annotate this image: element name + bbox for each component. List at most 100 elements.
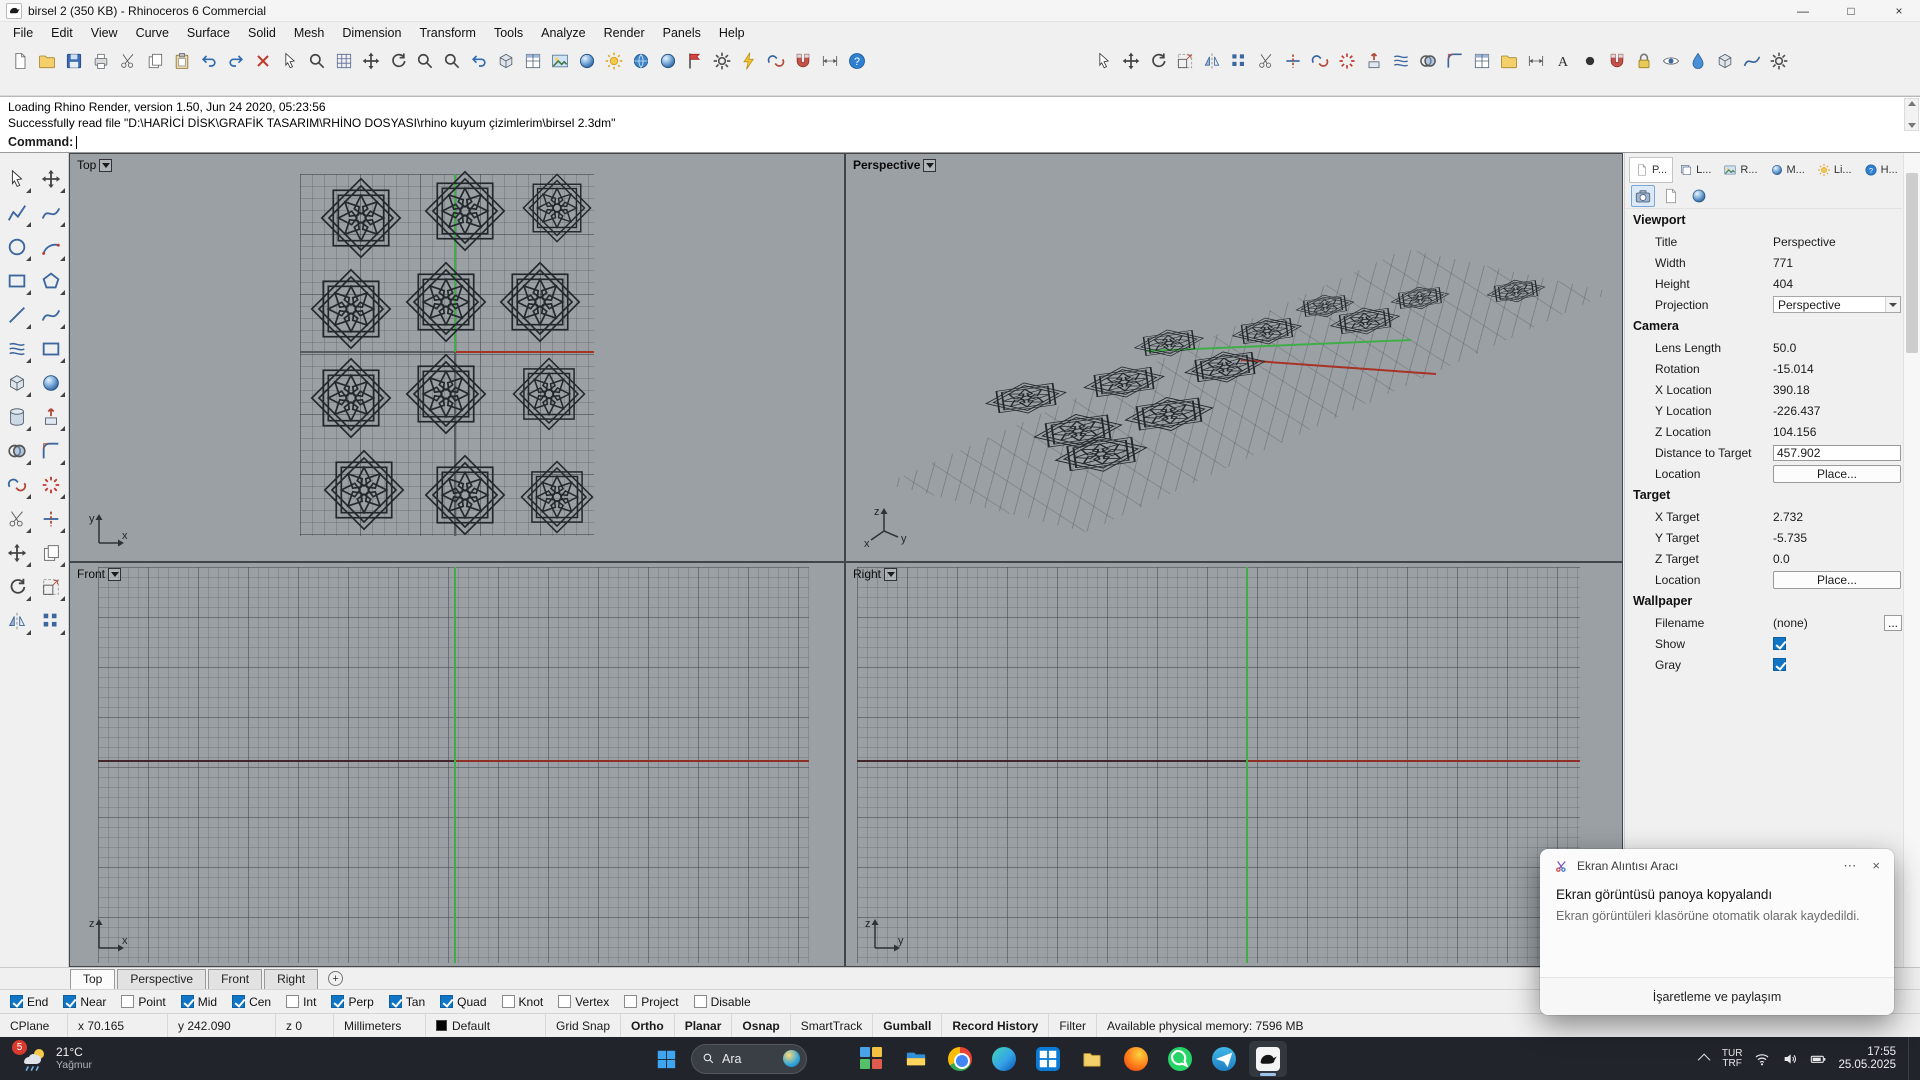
taskbar-app-widgets[interactable] xyxy=(853,1041,891,1077)
viewport-properties-icon[interactable] xyxy=(1631,184,1655,207)
sidebar-icon-extrude[interactable] xyxy=(35,401,67,433)
toolbar-icon-zoom-extents[interactable] xyxy=(330,47,357,74)
menu-item[interactable]: View xyxy=(82,23,127,43)
menu-item[interactable]: Dimension xyxy=(333,23,410,43)
osnap-toggle-knot[interactable]: Knot xyxy=(501,995,543,1009)
sidebar-icon-join[interactable] xyxy=(1,469,33,501)
clock[interactable]: 17:55 25.05.2025 xyxy=(1838,1046,1896,1072)
toolbar-icon-text[interactable] xyxy=(1549,47,1576,74)
toolbar-icon-help[interactable] xyxy=(843,47,870,74)
menu-item[interactable]: Surface xyxy=(178,23,239,43)
osnap-toggle-cen[interactable]: Cen xyxy=(232,995,271,1009)
status-toggle-osnap[interactable]: Osnap xyxy=(732,1014,791,1037)
more-options-icon[interactable]: ⋯ xyxy=(1843,858,1856,874)
viewport-tab-front[interactable]: Front xyxy=(208,969,263,989)
scrollbar-thumb[interactable] xyxy=(1906,173,1918,353)
sidebar-icon-copy-obj[interactable] xyxy=(35,537,67,569)
history-scrollbar[interactable] xyxy=(1904,98,1919,131)
toolbar-icon-open-file[interactable] xyxy=(33,47,60,74)
x-location-value[interactable]: 390.18 xyxy=(1773,383,1902,397)
viewport-menu-icon[interactable] xyxy=(884,567,898,581)
start-button[interactable] xyxy=(647,1041,685,1077)
toolbar-icon-render[interactable] xyxy=(546,47,573,74)
layer-button[interactable]: Default xyxy=(426,1014,546,1037)
osnap-toggle-vertex[interactable]: Vertex xyxy=(558,995,609,1009)
viewport-title-front[interactable]: Front xyxy=(77,567,122,581)
status-toggle-grid-snap[interactable]: Grid Snap xyxy=(546,1014,622,1037)
lens-length-value[interactable]: 50.0 xyxy=(1773,341,1902,355)
viewport-front[interactable]: Front z x xyxy=(69,562,845,967)
toolbar-icon-array[interactable] xyxy=(1225,47,1252,74)
toolbar-icon-flag[interactable] xyxy=(681,47,708,74)
toolbar-icon-move[interactable] xyxy=(1117,47,1144,74)
units-button[interactable]: Millimeters xyxy=(334,1014,426,1037)
close-button[interactable]: × xyxy=(1878,0,1920,22)
notification-body[interactable]: Ekran görüntüsü panoya kopyalandı Ekran … xyxy=(1540,883,1894,924)
toolbar-icon-paint[interactable] xyxy=(1684,47,1711,74)
toolbar-icon-trim[interactable] xyxy=(1252,47,1279,74)
viewport-tab-perspective[interactable]: Perspective xyxy=(117,969,207,989)
toolbar-icon-loft[interactable] xyxy=(1387,47,1414,74)
viewport-height-value[interactable]: 404 xyxy=(1773,277,1902,291)
toolbar-icon-extrude[interactable] xyxy=(1360,47,1387,74)
minimize-button[interactable]: — xyxy=(1782,0,1824,22)
toolbar-icon-dimension[interactable] xyxy=(1522,47,1549,74)
toolbar-icon-pointer[interactable] xyxy=(1090,47,1117,74)
new-viewport-tab-button[interactable]: + xyxy=(328,971,344,986)
status-toggle-filter[interactable]: Filter xyxy=(1049,1014,1098,1037)
sidebar-icon-rectangle[interactable] xyxy=(1,265,33,297)
sidebar-icon-array-obj[interactable] xyxy=(35,605,67,637)
sidebar-icon-plane[interactable] xyxy=(35,333,67,365)
viewport-perspective[interactable]: Perspective z y x xyxy=(845,153,1623,562)
taskbar-app-firefox[interactable] xyxy=(1117,1041,1155,1077)
toolbar-icon-settings[interactable] xyxy=(1765,47,1792,74)
viewport-tab-top[interactable]: Top xyxy=(70,969,116,989)
z-target-value[interactable]: 0.0 xyxy=(1773,552,1902,566)
taskbar-app-chrome[interactable] xyxy=(941,1041,979,1077)
maximize-button[interactable]: □ xyxy=(1830,0,1872,22)
panel-tab-materials[interactable]: M... xyxy=(1764,157,1811,183)
command-line[interactable]: Command: xyxy=(0,132,1920,153)
toolbar-icon-boolean[interactable] xyxy=(1414,47,1441,74)
toolbar-icon-lock[interactable] xyxy=(1630,47,1657,74)
toolbar-icon-zoom-window[interactable] xyxy=(303,47,330,74)
weather-widget[interactable]: 5 21°C Yağmur xyxy=(10,1037,100,1080)
scroll-down-icon[interactable] xyxy=(1907,123,1916,128)
z-location-value[interactable]: 104.156 xyxy=(1773,425,1902,439)
menu-item[interactable]: Panels xyxy=(654,23,710,43)
toolbar-icon-mirror[interactable] xyxy=(1198,47,1225,74)
distance-to-target-field[interactable]: 457.902 xyxy=(1773,444,1901,461)
sidebar-icon-freeform[interactable] xyxy=(35,299,67,331)
sidebar-icon-circle[interactable] xyxy=(1,231,33,263)
toolbar-icon-explode[interactable] xyxy=(1333,47,1360,74)
wallpaper-filename-value[interactable]: (none) xyxy=(1773,616,1884,630)
toolbar-icon-grid-table[interactable] xyxy=(1468,47,1495,74)
wifi-icon[interactable] xyxy=(1754,1051,1770,1067)
viewport-width-value[interactable]: 771 xyxy=(1773,256,1902,270)
toolbar-icon-link[interactable] xyxy=(762,47,789,74)
page-properties-icon[interactable] xyxy=(1659,185,1683,207)
target-place-button[interactable]: Place... xyxy=(1773,570,1901,589)
osnap-toggle-project[interactable]: Project xyxy=(624,995,679,1009)
panel-scrollbar[interactable] xyxy=(1903,153,1920,967)
sidebar-icon-move-obj[interactable] xyxy=(1,537,33,569)
sidebar-icon-arc[interactable] xyxy=(35,231,67,263)
sidebar-icon-polygon[interactable] xyxy=(35,265,67,297)
show-desktop-button[interactable] xyxy=(1908,1037,1912,1080)
toolbar-icon-sun-study[interactable] xyxy=(600,47,627,74)
toolbar-icon-join[interactable] xyxy=(1306,47,1333,74)
sidebar-icon-explode[interactable] xyxy=(35,469,67,501)
sidebar-icon-box[interactable] xyxy=(1,367,33,399)
toolbar-icon-dimension[interactable] xyxy=(816,47,843,74)
panel-tab-lights[interactable]: Li... xyxy=(1811,157,1858,183)
battery-icon[interactable] xyxy=(1810,1051,1826,1067)
menu-item[interactable]: Edit xyxy=(42,23,82,43)
sidebar-icon-trim[interactable] xyxy=(1,503,33,535)
toolbar-icon-new-file[interactable] xyxy=(6,47,33,74)
menu-item[interactable]: Tools xyxy=(485,23,532,43)
osnap-toggle-perp[interactable]: Perp xyxy=(331,995,374,1009)
toolbar-icon-box[interactable] xyxy=(1711,47,1738,74)
scroll-up-icon[interactable] xyxy=(1907,101,1916,106)
sidebar-icon-mirror-obj[interactable] xyxy=(1,605,33,637)
toolbar-icon-earth-anchor[interactable] xyxy=(627,47,654,74)
